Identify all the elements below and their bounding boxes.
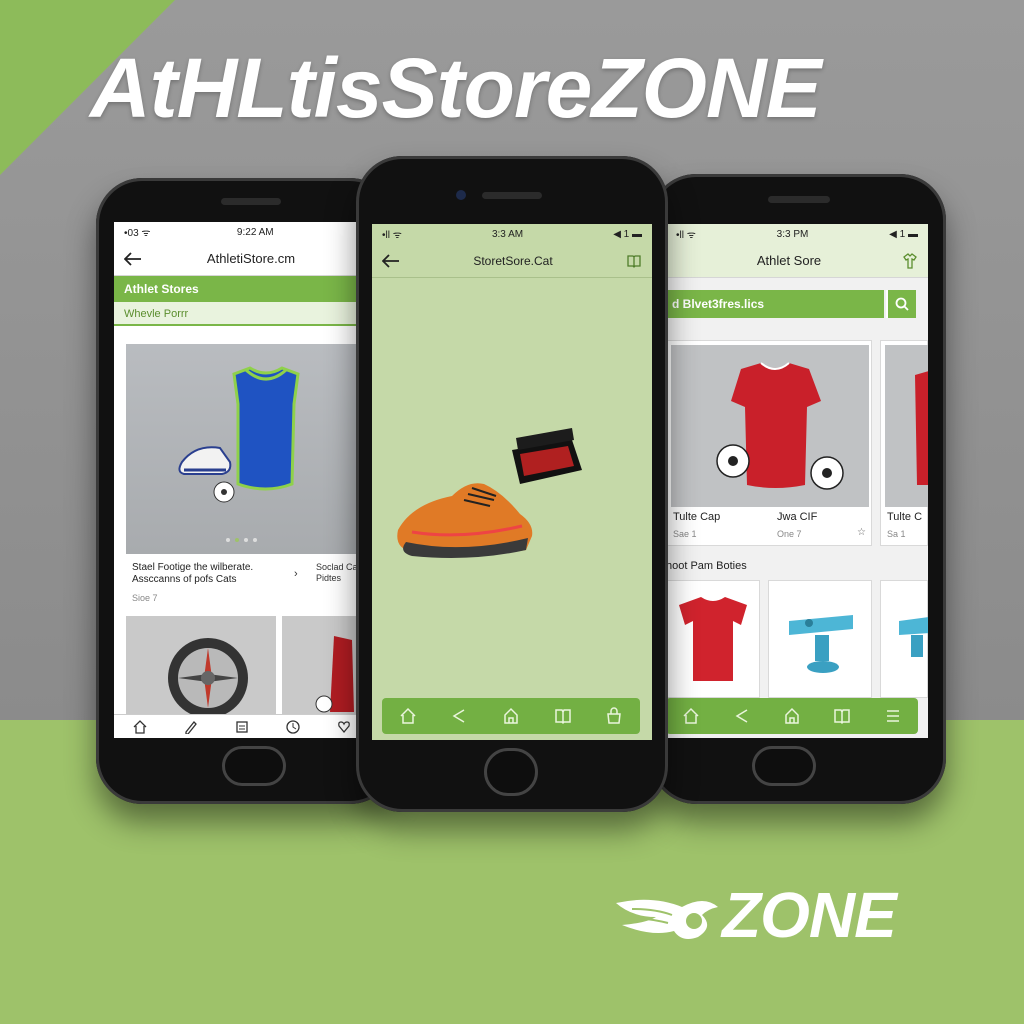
carousel-dot[interactable] [253,538,257,542]
product-subtitle: Sa 1 [887,529,906,539]
left-phone-screen: •03 ᯤ 9:22 AM AthletiStore.cm Athlet Sto… [114,222,370,738]
status-signal: •ll ᯤ [676,230,696,241]
blue-gadget-illustration [899,617,928,657]
right-phone: •ll ᯤ 3:3 PM ◀ 1 ▬ Athlet Sore d Blvet3f… [650,174,946,804]
front-camera [456,190,466,200]
left-phone: •03 ᯤ 9:22 AM AthletiStore.cm Athlet Sto… [96,178,396,804]
clock-icon[interactable] [286,719,300,734]
nav-title: AthletiStore.cm [206,251,296,266]
caption-meta: Sioe 7 [132,593,158,603]
search-input[interactable]: d Blvet3fres.lics [666,290,884,318]
product-hero-illustration[interactable] [372,410,652,610]
nav-title: StoretSore.Cat [473,253,553,268]
status-time: 9:22 AM [236,226,274,238]
status-signal: •ll ᯤ [382,230,402,241]
product-card[interactable] [880,580,928,698]
product-subtitle: Sae 1 [673,529,697,539]
home-button[interactable] [222,746,286,786]
edit-icon[interactable] [184,720,198,734]
list-icon[interactable] [235,720,249,734]
search-button[interactable] [886,290,916,318]
share-icon[interactable] [450,707,468,725]
nav-bar: Athlet Sore [666,244,928,278]
arrow-left-icon[interactable] [124,251,142,266]
status-bar: •03 ᯤ 9:22 AM [114,222,370,242]
home-icon[interactable] [682,707,700,725]
nav-title: Athlet Sore [756,253,822,268]
speaker [482,192,542,199]
sub-category-bar[interactable]: Whevle Porrr [114,302,370,326]
product-subtitle: One 7 [777,529,802,539]
carousel-dots[interactable] [226,538,257,542]
blue-gadget-illustration [789,615,853,673]
speaker [768,196,830,203]
status-time: 3:3 PM [776,228,809,240]
bottom-tab-bar [666,698,918,734]
menu-icon[interactable] [884,707,902,725]
star-icon[interactable]: ☆ [857,527,866,538]
right-phone-screen: •ll ᯤ 3:3 PM ◀ 1 ▬ Athlet Sore d Blvet3f… [666,224,928,738]
red-tshirt-illustration [679,597,747,681]
zone-logo: ZONE [612,879,897,951]
home-icon[interactable] [399,707,417,725]
status-bar: •ll ᯤ 3:3 AM ◀ 1 ▬ [372,224,652,244]
heart-icon[interactable] [337,720,351,734]
book-icon[interactable] [833,707,851,725]
status-time: 3:3 AM [491,228,524,240]
carousel-dot[interactable] [226,538,230,542]
red-jersey-illustration [915,371,928,485]
product-card[interactable]: Tulte C Sa 1 [880,340,928,546]
center-phone: •ll ᯤ 3:3 AM ◀ 1 ▬ StoretSore.Cat [356,156,668,812]
search-icon [895,297,909,311]
shirt-icon[interactable] [902,252,918,269]
wing-logo-icon [616,899,718,939]
home-button[interactable] [752,746,816,786]
product-image [885,345,928,507]
book-icon[interactable] [554,707,572,725]
product-title: Tulte C [887,511,923,523]
center-phone-screen: •ll ᯤ 3:3 AM ◀ 1 ▬ StoretSore.Cat [372,224,652,740]
store-icon[interactable] [783,707,801,725]
carousel-dot[interactable] [244,538,248,542]
section-title: hoot Pam Boties [666,560,747,572]
store-icon[interactable] [502,707,520,725]
bag-icon[interactable] [605,707,623,725]
chevron-right-icon[interactable]: › [294,568,298,580]
status-battery: ◀ 1 ▬ [613,228,642,240]
product-title: Tulte Cap [673,511,721,523]
product-image [671,345,869,507]
share-icon[interactable] [733,707,751,725]
bottom-tab-bar [114,714,370,738]
nav-bar: StoretSore.Cat [372,244,652,278]
nav-bar: AthletiStore.cm [114,242,370,276]
headline: AtHLtisStoreZONE [90,41,822,135]
product-card[interactable]: Tulte Cap Sae 1 Jwa CIF One 7 ☆ [666,340,872,546]
arrow-left-icon[interactable] [382,253,400,268]
status-battery: ◀ 1 ▬ [889,228,918,240]
red-jersey-illustration [716,362,844,490]
home-button[interactable] [484,748,538,796]
logo-text: ZONE [722,879,897,951]
product-title: Jwa CIF [777,511,818,523]
category-bar[interactable]: Athlet Stores [114,276,370,302]
product-card[interactable] [768,580,872,698]
book-icon[interactable] [626,253,642,269]
caption-text: Stael Footige the wilberate. Assccanns o… [132,562,254,585]
home-icon[interactable] [133,719,147,734]
product-card[interactable] [666,580,760,698]
speaker [221,198,281,205]
carousel-dot[interactable] [235,538,239,542]
hero-image[interactable] [126,344,366,554]
product-thumbnail[interactable] [126,616,276,718]
status-signal: •03 ᯤ [124,228,151,239]
bottom-tab-bar [382,698,640,734]
hero-product-illustration [178,366,300,503]
status-bar: •ll ᯤ 3:3 PM ◀ 1 ▬ [666,224,928,244]
wheel-illustration [168,638,248,718]
